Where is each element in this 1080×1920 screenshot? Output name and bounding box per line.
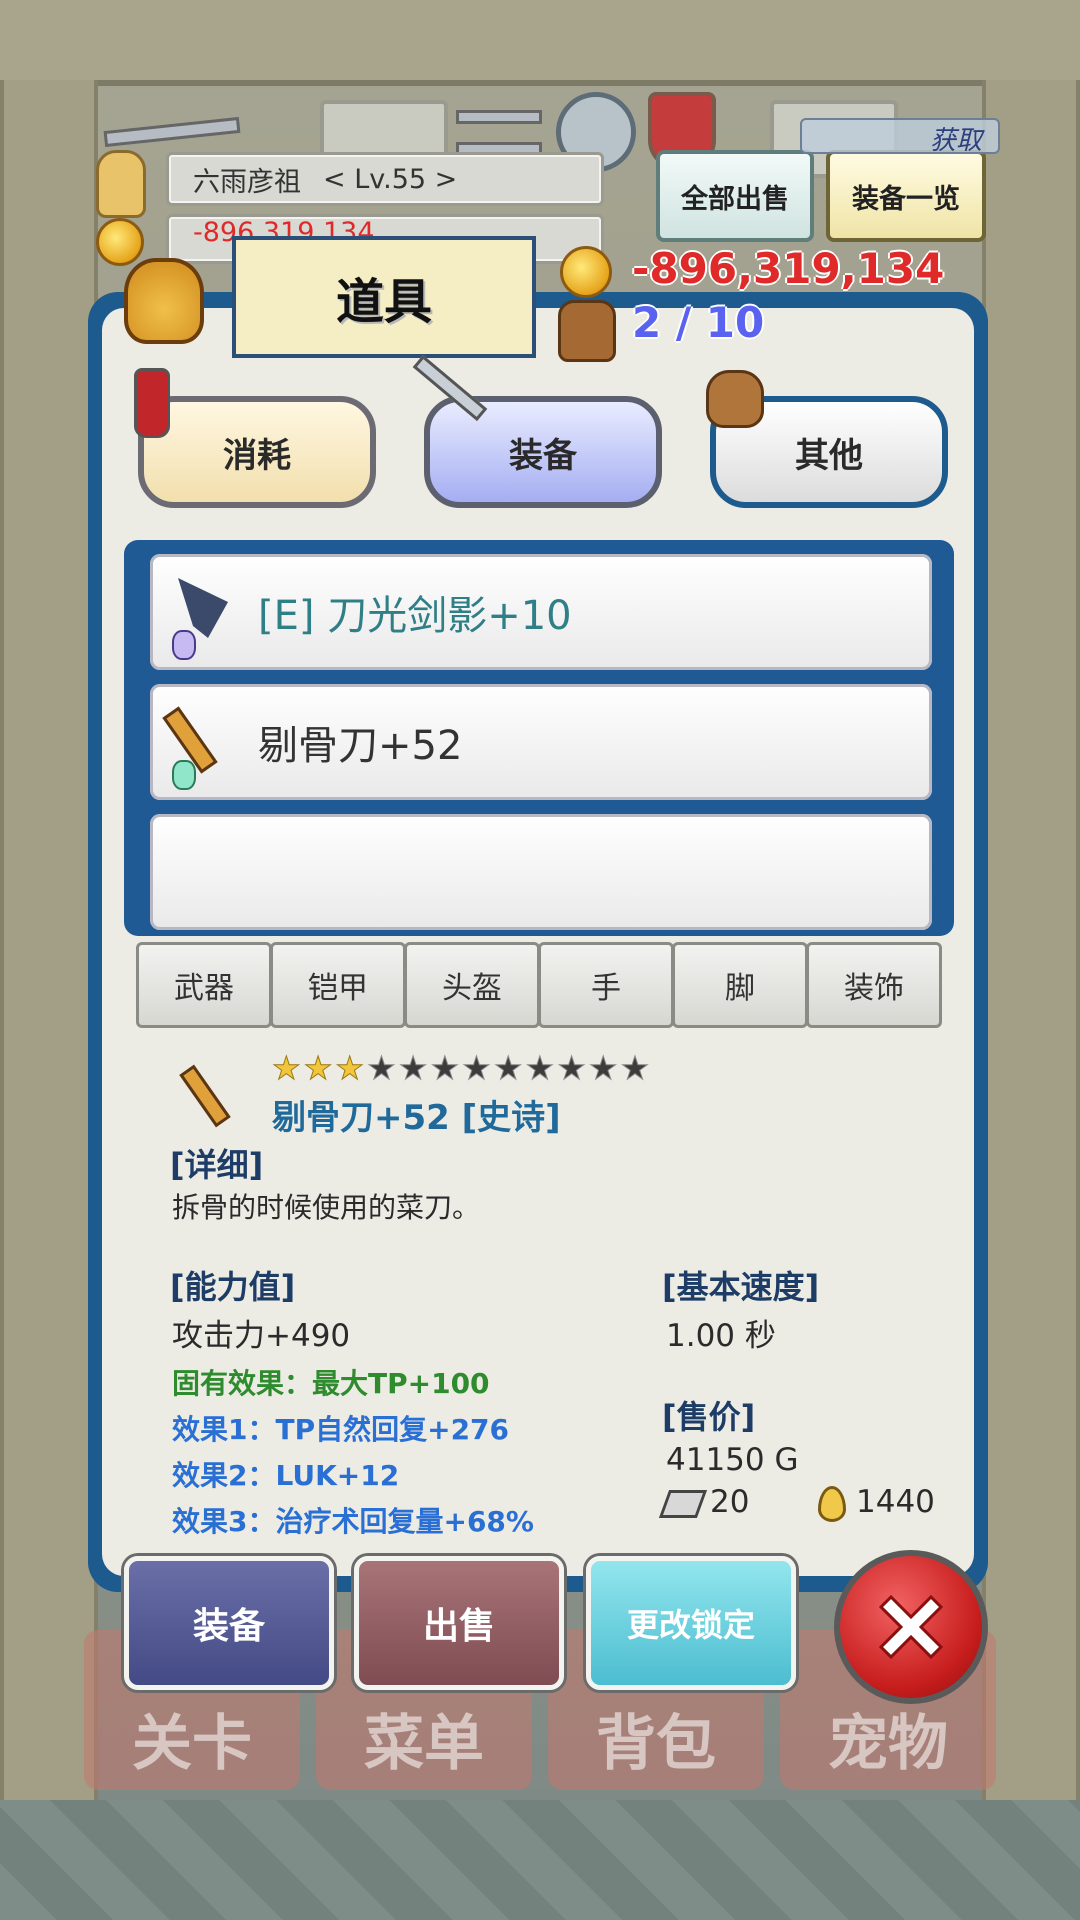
filter-foot[interactable]: 脚 [672, 942, 808, 1028]
detail-desc-text: 拆骨的时候使用的菜刀。 [172, 1191, 481, 1224]
close-button[interactable] [834, 1550, 988, 1704]
pouch-icon [706, 370, 764, 428]
star-empty-icon: ★ [557, 1049, 587, 1087]
star-empty-icon: ★ [525, 1049, 555, 1087]
background-pillar-right [982, 80, 1080, 1800]
player-info-bar: 六雨彦祖 < Lv.55 > [166, 152, 604, 206]
detail-item-title: 剔骨刀+52 [史诗] [272, 1098, 561, 1138]
stats-label: [能力值] [170, 1268, 296, 1306]
rarity-stars: ★ ★ ★ ★ ★ ★ ★ ★ ★ ★ ★ ★ [272, 1049, 650, 1087]
backpack-icon [558, 300, 616, 362]
filter-weapon[interactable]: 武器 [136, 942, 272, 1028]
filter-armor[interactable]: 铠甲 [270, 942, 406, 1028]
background-pillar-left [0, 80, 98, 1800]
player-level: < Lv.55 > [323, 163, 458, 195]
stat-effect-3: 效果3：治疗术回复量+68% [172, 1505, 534, 1538]
gem-count: 1440 [856, 1484, 935, 1520]
bag-capacity: 2 / 10 [632, 298, 765, 347]
panel-title: 道具 [232, 236, 536, 358]
star-empty-icon: ★ [620, 1049, 650, 1087]
close-icon [878, 1594, 944, 1660]
gem-icon [172, 630, 196, 660]
item-bag-icon [124, 258, 204, 344]
material-count: 20 [710, 1484, 750, 1520]
star-empty-icon: ★ [367, 1049, 397, 1087]
star-filled-icon: ★ [272, 1049, 302, 1087]
item-name: 剔骨刀+52 [258, 723, 463, 769]
star-empty-icon: ★ [588, 1049, 618, 1087]
item-name: [E] 刀光剑影+10 [258, 593, 572, 639]
wall-dagger-icon [456, 110, 542, 124]
price-label: [售价] [662, 1398, 756, 1436]
star-empty-icon: ★ [430, 1049, 460, 1087]
speed-label: [基本速度] [662, 1268, 820, 1306]
tab-consumable[interactable]: 消耗 [138, 396, 376, 508]
coin-icon [560, 246, 612, 298]
list-item-empty[interactable] [150, 814, 932, 930]
stat-effect-1: 效果1：TP自然回复+276 [172, 1413, 510, 1446]
gem-icon [172, 760, 196, 790]
sell-all-button[interactable]: 全部出售 [656, 150, 814, 242]
background-beam [0, 0, 1080, 86]
stat-attack: 攻击力+490 [172, 1318, 351, 1354]
filter-hand[interactable]: 手 [538, 942, 674, 1028]
star-empty-icon: ★ [493, 1049, 523, 1087]
star-filled-icon: ★ [303, 1049, 333, 1087]
coin-icon [96, 218, 144, 266]
detail-desc-label: [详细] [170, 1146, 264, 1184]
player-name: 六雨彦祖 [193, 166, 301, 198]
list-item[interactable]: 剔骨刀+52 [150, 684, 932, 800]
change-lock-button[interactable]: 更改锁定 [586, 1556, 796, 1690]
gold-amount: -896,319,134 [632, 244, 945, 293]
star-empty-icon: ★ [398, 1049, 428, 1087]
star-empty-icon: ★ [462, 1049, 492, 1087]
sell-button[interactable]: 出售 [354, 1556, 564, 1690]
filter-accessory[interactable]: 装饰 [806, 942, 942, 1028]
equip-button[interactable]: 装备 [124, 1556, 334, 1690]
price-value: 41150 G [666, 1442, 799, 1478]
potion-icon [134, 368, 170, 438]
equipment-list-button[interactable]: 装备一览 [826, 150, 986, 242]
star-filled-icon: ★ [335, 1049, 365, 1087]
stat-effect-2: 效果2：LUK+12 [172, 1459, 400, 1492]
filter-helmet[interactable]: 头盔 [404, 942, 540, 1028]
list-item[interactable]: [E] 刀光剑影+10 [150, 554, 932, 670]
background-floor [0, 1800, 1080, 1920]
obtain-banner[interactable]: 获取 [800, 118, 1000, 156]
tab-equipment[interactable]: 装备 [424, 396, 662, 508]
blade-icon [178, 578, 228, 638]
player-avatar [96, 150, 146, 218]
stat-inherent-effect: 固有效果：最大TP+100 [172, 1367, 490, 1400]
speed-value: 1.00 秒 [666, 1318, 776, 1354]
